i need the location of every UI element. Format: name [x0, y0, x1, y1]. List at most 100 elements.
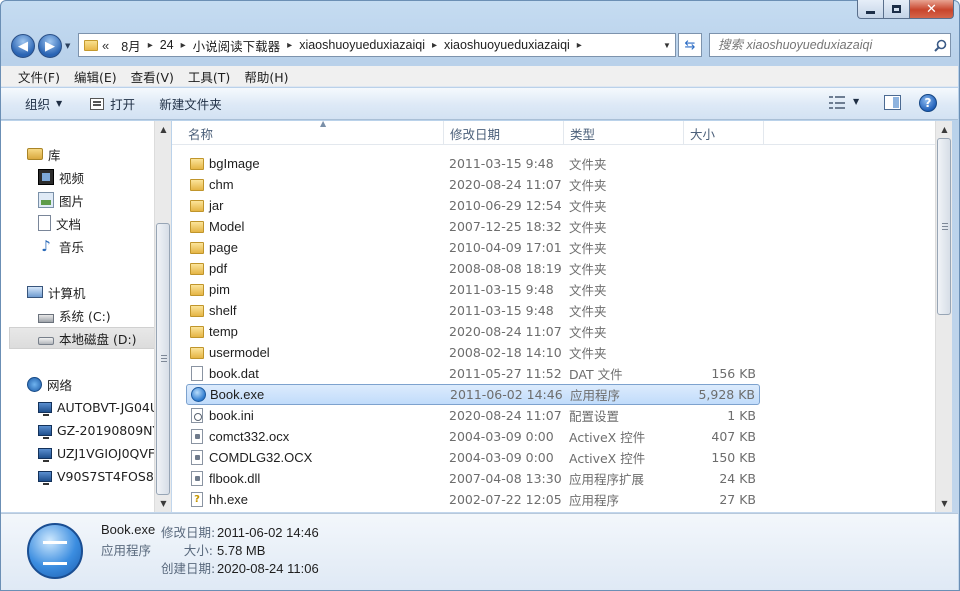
file-row[interactable]: Model 2007-12-25 18:32 文件夹 [186, 216, 760, 237]
menu-file[interactable]: 文件(F) [11, 67, 67, 86]
file-date: 2008-02-18 14:10 [449, 345, 562, 360]
chevron-down-icon: ▼ [56, 99, 63, 108]
nav-item-pc[interactable]: AUTOBVT-JG04U [38, 396, 159, 418]
breadcrumb-segment[interactable]: xiaoshuoyueduxiazaiqi [438, 38, 576, 52]
sort-ascending-icon: ▲ [320, 121, 327, 128]
file-row[interactable]: comct332.ocx 2004-03-09 0:00 ActiveX 控件 407… [186, 426, 760, 447]
refresh-button[interactable]: ⇆ [678, 33, 702, 57]
file-size: 407 KB [711, 429, 756, 444]
file-row[interactable]: chm 2020-08-24 11:07 文件夹 [186, 174, 760, 195]
file-row[interactable]: pdf 2008-08-08 18:19 文件夹 [186, 258, 760, 279]
maximize-button[interactable] [884, 0, 910, 19]
breadcrumb-overflow[interactable]: « [102, 38, 115, 53]
book-app-icon [27, 523, 83, 579]
recent-pages-dropdown-icon[interactable]: ▼ [65, 42, 70, 50]
column-size[interactable]: 大小 [684, 121, 764, 145]
file-row[interactable]: page 2010-04-09 17:01 文件夹 [186, 237, 760, 258]
file-icon [191, 366, 203, 381]
preview-pane-icon[interactable] [884, 95, 901, 110]
menu-help[interactable]: 帮助(H) [237, 67, 295, 86]
nav-item-network[interactable]: 网络 [27, 373, 72, 395]
nav-item-video[interactable]: 视频 [38, 166, 84, 188]
breadcrumb-segment[interactable]: 24 [154, 38, 180, 52]
nav-item-library[interactable]: 库 [27, 143, 61, 165]
file-type: 文件夹 [569, 178, 607, 193]
nav-item-drive-d[interactable]: 本地磁盘 (D:) [9, 327, 155, 349]
menu-view[interactable]: 查看(V) [124, 67, 181, 86]
new-folder-button[interactable]: 新建文件夹 [149, 92, 232, 116]
breadcrumb-separator-icon[interactable]: ▸ [180, 40, 187, 51]
file-name: Model [209, 219, 245, 234]
breadcrumb-separator-icon[interactable]: ▸ [576, 40, 583, 51]
nav-item-computer[interactable]: 计算机 [27, 281, 86, 303]
breadcrumb-segment[interactable]: 8月 [115, 36, 146, 55]
nav-label: 计算机 [48, 285, 86, 301]
file-row[interactable]: COMDLG32.OCX 2004-03-09 0:00 ActiveX 控件 150… [186, 447, 760, 468]
nav-item-pc[interactable]: UZJ1VGIOJ0QVF [38, 442, 155, 464]
nav-item-pictures[interactable]: 图片 [38, 189, 84, 211]
file-row[interactable]: Book.exe 2011-06-02 14:46 应用程序 5,928 KB [186, 384, 760, 405]
file-row[interactable]: flbook.dll 2007-04-08 13:30 应用程序扩展 24 KB [186, 468, 760, 489]
search-box[interactable] [709, 33, 951, 57]
help-icon[interactable]: ? [919, 94, 937, 112]
scroll-up-icon[interactable]: ▲ [936, 121, 953, 138]
file-row[interactable]: usermodel 2008-02-18 14:10 文件夹 [186, 342, 760, 363]
file-row[interactable]: bgImage 2011-03-15 9:48 文件夹 [186, 153, 760, 174]
column-name[interactable]: 名称 ▲ [182, 121, 444, 145]
nav-item-documents[interactable]: 文档 [38, 212, 81, 234]
back-button[interactable]: ◀ [11, 34, 35, 58]
file-row[interactable]: ? hh.exe 2002-07-22 12:05 应用程序 27 KB [186, 489, 760, 510]
file-type: 文件夹 [569, 262, 607, 277]
file-name: usermodel [209, 345, 270, 360]
nav-scroll-thumb[interactable] [156, 223, 170, 495]
change-view-icon[interactable] [829, 95, 845, 111]
view-options-dropdown-icon[interactable]: ▼ [853, 97, 859, 106]
file-row[interactable]: book.ini 2020-08-24 11:07 配置设置 1 KB [186, 405, 760, 426]
nav-scrollbar[interactable]: ▲ ▼ [154, 121, 171, 512]
file-name: COMDLG32.OCX [209, 450, 313, 465]
file-type: 文件夹 [569, 199, 607, 214]
nav-item-pc[interactable]: V90S7ST4FOS8C [38, 465, 163, 487]
breadcrumb-segment[interactable]: xiaoshuoyueduxiazaiqi [293, 38, 431, 52]
details-value: 5.78 MB [217, 543, 266, 558]
search-input[interactable] [710, 38, 930, 52]
menu-edit[interactable]: 编辑(E) [67, 67, 124, 86]
breadcrumb-separator-icon[interactable]: ▸ [286, 40, 293, 51]
address-bar[interactable]: « 8月 ▸ 24 ▸ 小说阅读下载器 ▸ xiaoshuoyueduxiaza… [78, 33, 676, 57]
open-button[interactable]: 打开 [80, 92, 145, 116]
breadcrumb-separator-icon[interactable]: ▸ [431, 40, 438, 51]
minimize-button[interactable] [857, 0, 884, 19]
nav-item-music[interactable]: ♪ 音乐 [38, 235, 84, 257]
breadcrumb-separator-icon[interactable]: ▸ [147, 40, 154, 51]
nav-label: GZ-20190809NY [57, 422, 161, 438]
folder-icon [190, 242, 204, 254]
folder-icon [190, 347, 204, 359]
search-icon[interactable] [930, 39, 950, 52]
scroll-down-icon[interactable]: ▼ [936, 495, 953, 512]
file-row[interactable]: pim 2011-03-15 9:48 文件夹 [186, 279, 760, 300]
scroll-up-icon[interactable]: ▲ [155, 121, 172, 138]
file-row[interactable]: book.dat 2011-05-27 11:52 DAT 文件 156 KB [186, 363, 760, 384]
scroll-down-icon[interactable]: ▼ [155, 495, 172, 512]
file-list-scrollbar[interactable]: ▲ ▼ [935, 121, 952, 512]
organize-button[interactable]: 组织 ▼ [15, 92, 72, 116]
file-scroll-thumb[interactable] [937, 138, 951, 315]
nav-item-drive-c[interactable]: 系统 (C:) [38, 304, 111, 326]
file-name: book.dat [209, 366, 259, 381]
column-date[interactable]: 修改日期 [444, 121, 564, 145]
folder-icon [190, 158, 204, 170]
file-name: bgImage [209, 156, 260, 171]
column-type[interactable]: 类型 [564, 121, 684, 145]
nav-label: 系统 (C:) [59, 308, 111, 324]
menu-tools[interactable]: 工具(T) [181, 67, 237, 86]
file-row[interactable]: temp 2020-08-24 11:07 文件夹 [186, 321, 760, 342]
file-date: 2020-08-24 11:07 [449, 408, 562, 423]
file-row[interactable]: shelf 2011-03-15 9:48 文件夹 [186, 300, 760, 321]
file-row[interactable]: jar 2010-06-29 12:54 文件夹 [186, 195, 760, 216]
close-button[interactable]: ✕ [910, 0, 954, 19]
file-size: 156 KB [711, 366, 756, 381]
breadcrumb-segment[interactable]: 小说阅读下载器 [187, 36, 287, 55]
forward-button[interactable]: ▶ [38, 34, 62, 58]
address-history-dropdown-icon[interactable]: ▼ [659, 41, 675, 50]
nav-item-pc[interactable]: GZ-20190809NY [38, 419, 160, 441]
